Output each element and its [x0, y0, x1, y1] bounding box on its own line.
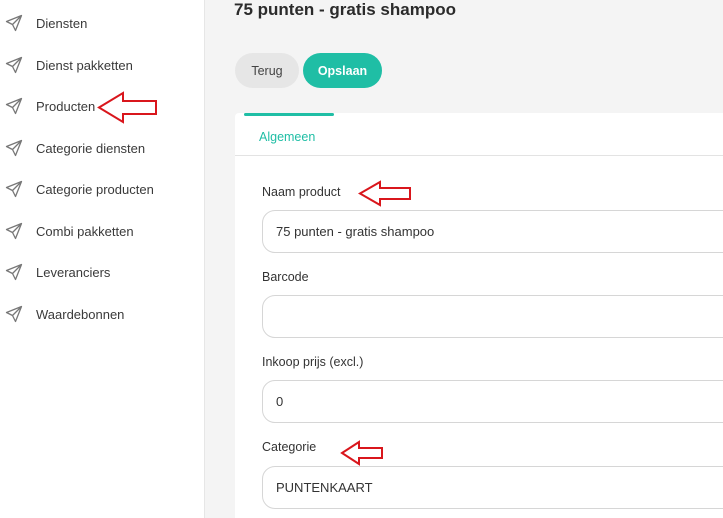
annotation-arrow-icon: [340, 440, 383, 466]
category-select-value: PUNTENKAART: [276, 480, 373, 495]
name-field[interactable]: 75 punten - gratis shampoo: [262, 210, 723, 253]
sidebar-item-combi-pakketten[interactable]: Combi pakketten: [0, 216, 205, 246]
sidebar-item-categorie-producten[interactable]: Categorie producten: [0, 174, 205, 204]
send-icon: [5, 263, 23, 281]
send-icon: [5, 97, 23, 115]
sidebar-item-label: Waardebonnen: [36, 306, 125, 322]
sidebar-item-label: Diensten: [36, 15, 88, 31]
barcode-label: Barcode: [262, 270, 309, 284]
send-icon: [5, 139, 23, 157]
send-icon: [5, 56, 23, 74]
sidebar-item-label: Leveranciers: [36, 264, 111, 280]
main-content: 75 punten - gratis shampoo Terug Opslaan…: [206, 0, 723, 518]
name-label: Naam product: [262, 185, 341, 199]
tab-algemeen[interactable]: Algemeen: [259, 130, 315, 144]
annotation-arrow-icon: [358, 180, 411, 207]
sidebar-item-dienst-pakketten[interactable]: Dienst pakketten: [0, 50, 205, 80]
save-button[interactable]: Opslaan: [303, 53, 382, 88]
category-select[interactable]: PUNTENKAART: [262, 466, 723, 509]
sidebar-item-label: Categorie diensten: [36, 140, 146, 156]
barcode-field[interactable]: [262, 295, 723, 338]
send-icon: [5, 14, 23, 32]
sidebar-item-label: Categorie producten: [36, 181, 154, 197]
sidebar-item-label: Producten: [36, 98, 96, 114]
sidebar-item-diensten[interactable]: Diensten: [0, 8, 205, 38]
purchase-price-field[interactable]: 0: [262, 380, 723, 423]
tab-bar: Algemeen: [235, 113, 723, 156]
category-label: Categorie: [262, 440, 317, 454]
sidebar-item-label: Dienst pakketten: [36, 57, 133, 73]
purchase-price-field-value: 0: [276, 394, 284, 409]
product-form-card: Algemeen Naam product 75 punten - gratis…: [235, 113, 723, 518]
send-icon: [5, 180, 23, 198]
purchase-price-label: Inkoop prijs (excl.): [262, 355, 364, 369]
send-icon: [5, 305, 23, 323]
sidebar: Diensten Dienst pakketten Producten Cate…: [0, 0, 205, 518]
sidebar-item-waardebonnen[interactable]: Waardebonnen: [0, 299, 205, 329]
sidebar-item-categorie-diensten[interactable]: Categorie diensten: [0, 133, 205, 163]
annotation-arrow-icon: [97, 91, 157, 124]
sidebar-item-label: Combi pakketten: [36, 223, 134, 239]
send-icon: [5, 222, 23, 240]
sidebar-item-leveranciers[interactable]: Leveranciers: [0, 257, 205, 287]
page-title: 75 punten - gratis shampoo: [234, 0, 456, 19]
tab-active-indicator: [244, 113, 334, 116]
name-field-value: 75 punten - gratis shampoo: [276, 224, 435, 239]
back-button[interactable]: Terug: [235, 53, 299, 88]
